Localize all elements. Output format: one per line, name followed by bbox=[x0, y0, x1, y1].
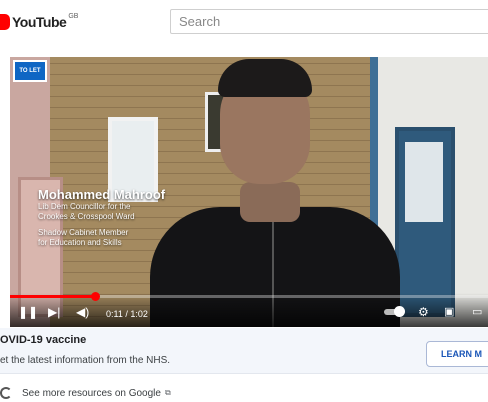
caption-role: for Education and Skills bbox=[38, 238, 122, 247]
youtube-play-icon bbox=[0, 14, 10, 30]
youtube-logo[interactable]: YouTube GB bbox=[0, 12, 78, 32]
video-player[interactable]: TO LET Mohammed Mahroof Lib Dem Councill… bbox=[10, 57, 488, 327]
search-input[interactable] bbox=[171, 10, 488, 33]
autoplay-toggle[interactable] bbox=[384, 306, 405, 317]
next-icon[interactable]: ▶| bbox=[48, 305, 60, 319]
external-link-icon: ⧉ bbox=[164, 388, 171, 397]
logo-text: YouTube bbox=[12, 14, 67, 30]
person-neck bbox=[240, 182, 300, 222]
info-subtitle: et the latest information from the NHS. bbox=[0, 355, 171, 366]
lower-third-caption: Mohammed Mahroof Lib Dem Councillor for … bbox=[38, 187, 165, 248]
pause-icon[interactable]: ❚❚ bbox=[18, 305, 38, 319]
person-hair bbox=[218, 59, 312, 97]
learn-more-button[interactable]: LEARN M bbox=[426, 341, 488, 367]
progress-scrubber[interactable] bbox=[91, 292, 100, 301]
google-icon bbox=[0, 387, 12, 399]
miniplayer-icon[interactable]: ▣ bbox=[444, 305, 454, 319]
progress-fill bbox=[10, 295, 95, 298]
to-let-sign: TO LET bbox=[13, 60, 47, 82]
region-label: GB bbox=[68, 12, 79, 20]
caption-role: Lib Dem Councillor for the bbox=[38, 202, 131, 211]
settings-gear-icon[interactable]: ⚙ bbox=[418, 305, 429, 319]
more-resources-link[interactable]: See more resources on Google ⧉ bbox=[0, 385, 171, 401]
caption-role: Shadow Cabinet Member bbox=[38, 228, 129, 237]
info-panel: OVID-19 vaccine et the latest informatio… bbox=[0, 328, 488, 374]
caption-name: Mohammed Mahroof bbox=[38, 187, 166, 202]
time-display: 0:11 / 1:02 bbox=[106, 309, 148, 319]
player-controls: ❚❚ ▶| ◀) 0:11 / 1:02 ⚙ ▣ ▭ bbox=[10, 292, 488, 327]
info-title: OVID-19 vaccine bbox=[0, 334, 87, 346]
caption-role: Crookes & Crosspool Ward bbox=[38, 212, 135, 221]
search-box[interactable] bbox=[170, 9, 488, 34]
header: YouTube GB bbox=[0, 0, 488, 42]
more-resources-text: See more resources on Google bbox=[22, 387, 161, 399]
theater-icon[interactable]: ▭ bbox=[472, 305, 482, 319]
toggle-knob bbox=[394, 306, 405, 317]
door-glass bbox=[405, 142, 443, 222]
volume-icon[interactable]: ◀) bbox=[76, 305, 89, 319]
progress-bar[interactable] bbox=[10, 292, 488, 301]
